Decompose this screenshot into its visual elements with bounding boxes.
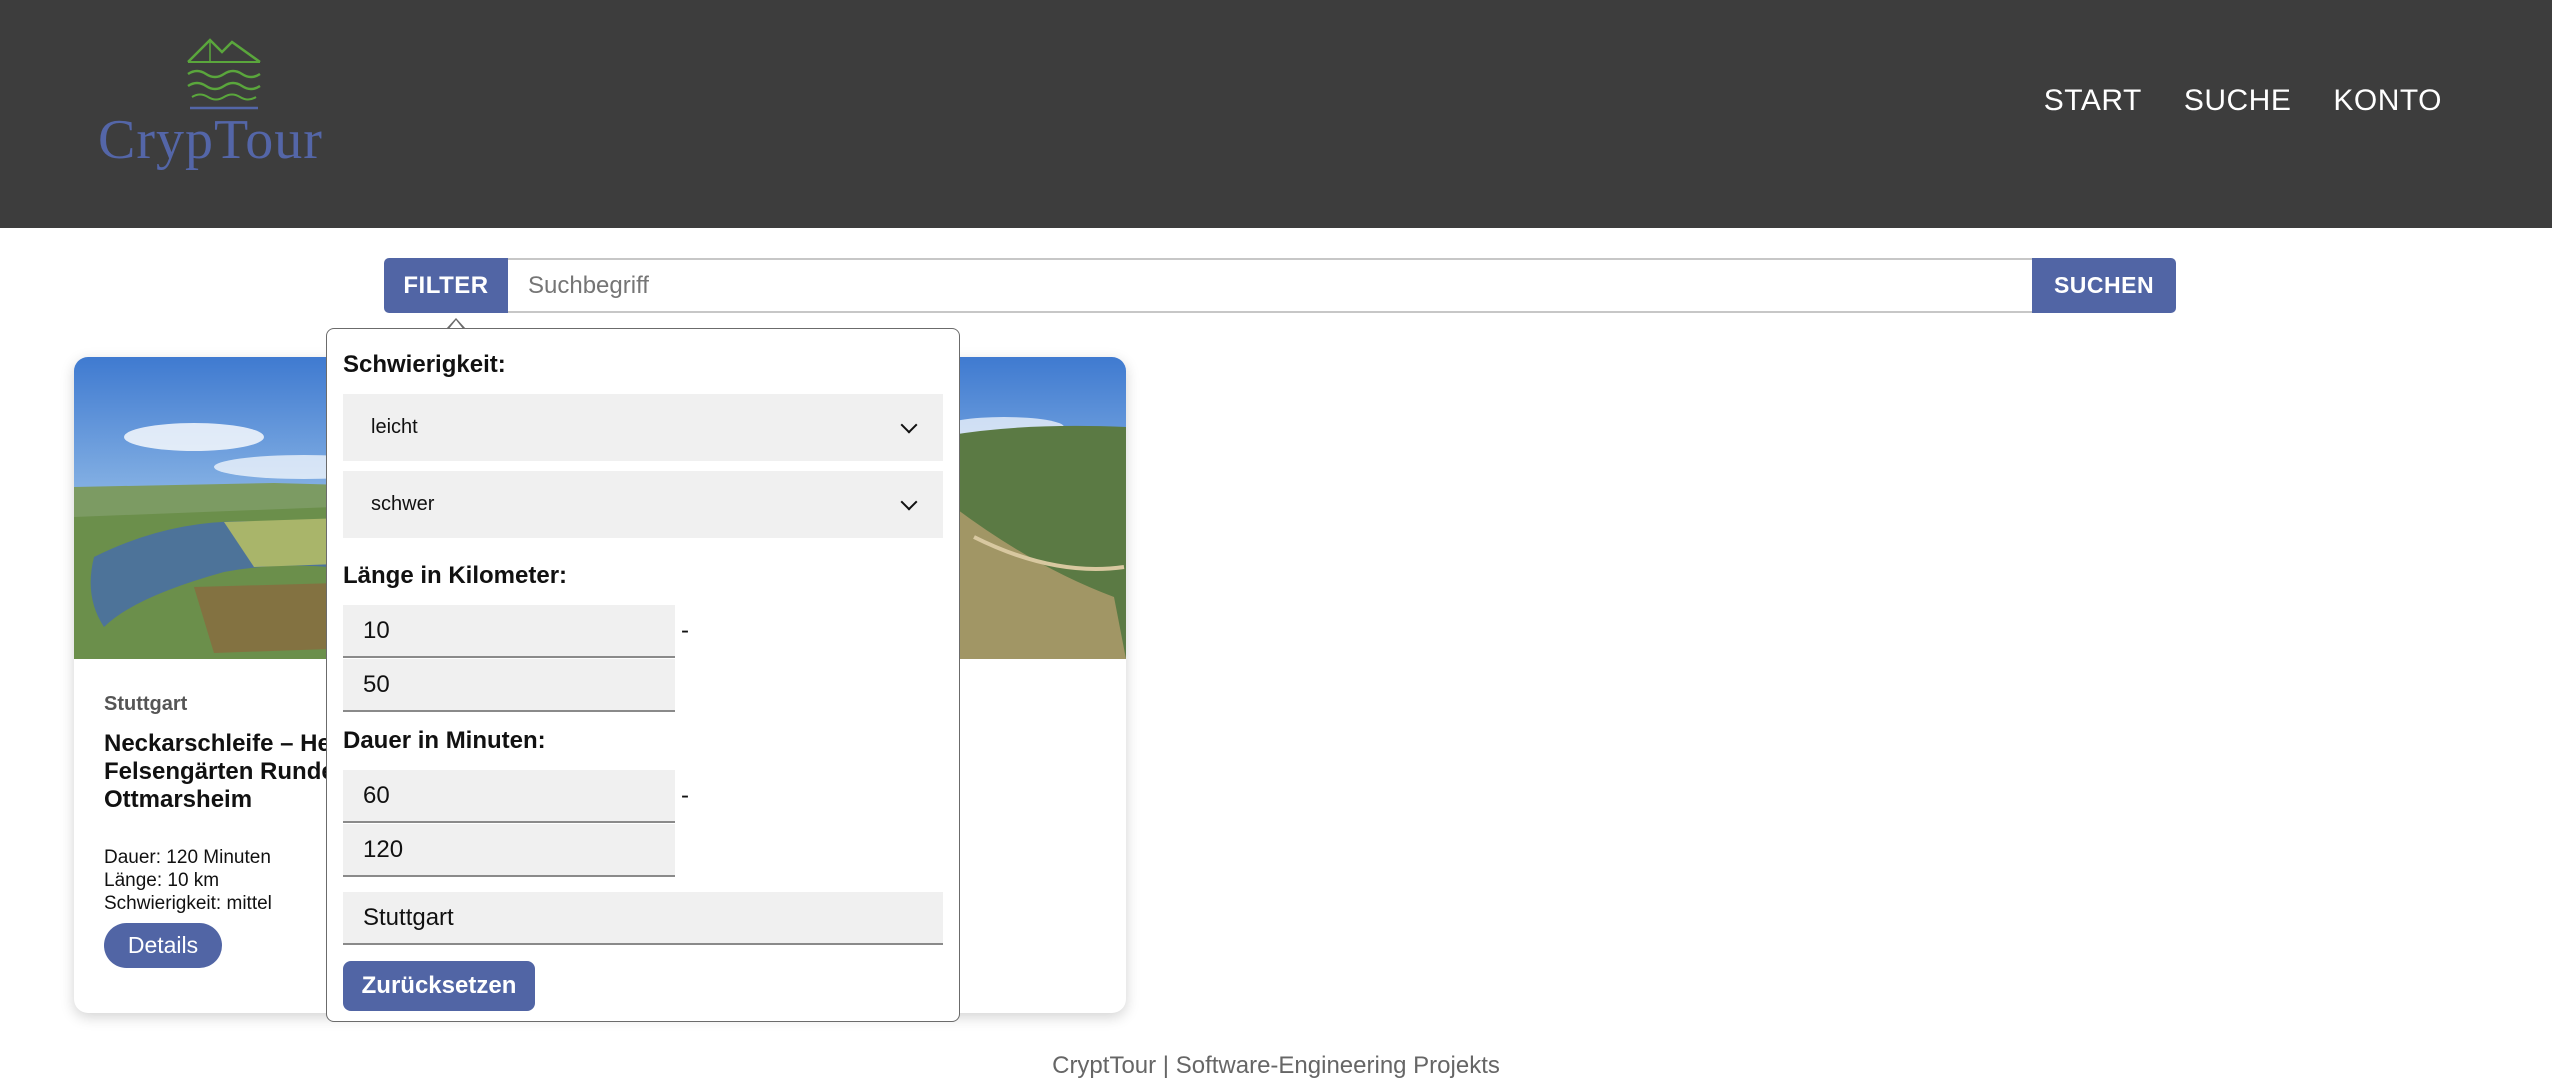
tour-location: Stuttgart [104,693,188,715]
duration-min-input[interactable]: 60 [343,770,675,823]
difficulty-min-select[interactable]: leicht [343,394,943,461]
city-input[interactable]: Stuttgart [343,892,943,945]
duration-max-input[interactable]: 120 [343,824,675,877]
search-button[interactable]: SUCHEN [2032,258,2176,313]
chevron-down-icon [900,416,918,433]
nav-suche[interactable]: SUCHE [2184,84,2292,118]
tour-duration: Dauer: 120 Minuten [104,847,271,868]
tour-difficulty: Schwierigkeit: mittel [104,893,272,914]
search-input[interactable] [508,258,2032,313]
reset-button[interactable]: Zurücksetzen [343,961,535,1011]
nav-start[interactable]: START [2044,84,2142,118]
search-bar: FILTER SUCHEN [384,258,2176,313]
difficulty-label: Schwierigkeit: [343,351,506,378]
main-nav: START SUCHE KONTO [2044,84,2442,118]
duration-label: Dauer in Minuten: [343,727,546,754]
length-label: Länge in Kilometer: [343,562,568,589]
length-max-input[interactable]: 50 [343,659,675,712]
footer-text: CryptTour | Software-Engineering Projekt… [1052,1052,1500,1079]
tour-card-body: Stuttgart Neckarschleife – He Felsengärt… [104,693,364,915]
difficulty-max-select[interactable]: schwer [343,471,943,538]
cryptour-logo[interactable]: CrypTour [98,34,344,174]
logo-text: CrypTour [98,109,323,171]
filter-popup: Schwierigkeit: leicht schwer Länge in Ki… [326,328,960,1022]
tour-meta: Dauer: 120 Minuten Länge: 10 km Schwieri… [104,846,364,915]
chevron-down-icon [900,493,918,510]
difficulty-max-value: schwer [371,493,435,515]
site-header: CrypTour START SUCHE KONTO [0,0,2552,228]
details-button[interactable]: Details [104,923,222,968]
duration-range-separator: - [681,782,689,809]
mountain-waves-logo-icon [187,38,261,110]
nav-konto[interactable]: KONTO [2333,84,2442,118]
length-min-input[interactable]: 10 [343,605,675,658]
difficulty-min-value: leicht [371,416,418,438]
length-range-separator: - [681,617,689,644]
tour-length: Länge: 10 km [104,870,220,891]
filter-button[interactable]: FILTER [384,258,508,313]
